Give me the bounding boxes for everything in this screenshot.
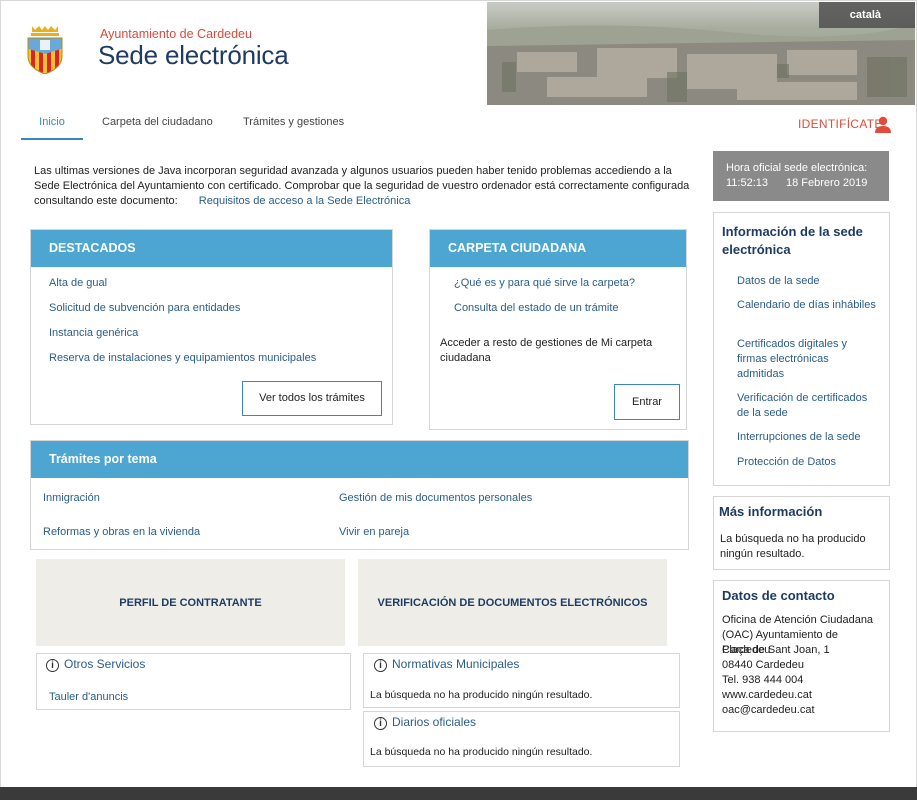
tab-inicio[interactable]: Inicio [21, 106, 83, 140]
normativas-empty-text: La búsqueda no ha producido ningún resul… [370, 689, 593, 701]
otros-servicios-panel: i Otros Servicios Tauler d'anuncis [36, 653, 351, 710]
sede-info-link[interactable]: Protección de Datos [737, 455, 877, 470]
tema-link[interactable]: Reformas y obras en la vivienda [43, 526, 200, 538]
carpeta-text: Acceder a resto de gestiones de Mi carpe… [440, 337, 653, 364]
login-link[interactable]: IDENTIFÍCATE [798, 117, 883, 131]
destacados-link[interactable]: Alta de gual [49, 277, 107, 289]
tramites-tema-title: Trámites por tema [31, 441, 688, 478]
sede-info-box: Información de la sede electrónica Datos… [713, 212, 890, 486]
org-name: Ayuntamiento de Cardedeu [100, 27, 252, 41]
diarios-title[interactable]: Diarios oficiales [392, 715, 476, 729]
diarios-panel: i Diarios oficiales La búsqueda no ha pr… [363, 711, 680, 767]
language-switch-button[interactable]: català [819, 2, 915, 28]
more-info-box: Más información La búsqueda no ha produc… [713, 496, 890, 570]
tema-link[interactable]: Gestión de mis documentos personales [339, 492, 532, 504]
destacados-title: DESTACADOS [31, 230, 392, 267]
sede-info-link[interactable]: Datos de la sede [737, 274, 877, 289]
contact-box: Datos de contacto Oficina de Atención Ci… [713, 580, 890, 732]
tab-carpeta-ciudadano[interactable]: Carpeta del ciudadano [102, 106, 213, 140]
contact-street: Plaça de Sant Joan, 1 [722, 644, 830, 656]
tema-link[interactable]: Inmigración [43, 492, 100, 504]
site-title[interactable]: Sede electrónica [98, 40, 289, 71]
carpeta-ciudadana-title: CARPETA CIUDADANA [430, 230, 686, 267]
destacados-link[interactable]: Instancia genérica [49, 327, 138, 339]
java-notice: Las ultimas versiones de Java incorporan… [34, 164, 694, 210]
official-time-box: Hora oficial sede electrónica: 11:52:13 1… [713, 151, 889, 201]
official-date-value: 18 Febrero 2019 [786, 177, 868, 189]
carpeta-ciudadana-panel: CARPETA CIUDADANA ¿Qué es y para qué sir… [429, 229, 687, 430]
contact-title: Datos de contacto [722, 588, 835, 603]
tema-link[interactable]: Vivir en pareja [339, 526, 409, 538]
otros-servicios-title[interactable]: Otros Servicios [64, 657, 145, 671]
perfil-contratante-card[interactable]: PERFIL DE CONTRATANTE [36, 559, 345, 646]
more-info-text: La búsqueda no ha producido ningún resul… [720, 533, 866, 560]
sede-info-title: Información de la sede electrónica [722, 224, 863, 257]
carpeta-link[interactable]: ¿Qué es y para qué sirve la carpeta? [454, 277, 635, 289]
footer-bar [0, 787, 917, 800]
carpeta-link[interactable]: Consulta del estado de un trámite [454, 302, 619, 314]
verificacion-documentos-card[interactable]: VERIFICACIÓN DE DOCUMENTOS ELECTRÓNICOS [358, 559, 667, 646]
info-icon: i [374, 659, 387, 672]
diarios-empty-text: La búsqueda no ha producido ningún resul… [370, 746, 593, 758]
info-icon: i [374, 717, 387, 730]
destacados-link[interactable]: Reserva de instalaciones y equipamientos… [49, 352, 316, 364]
normativas-panel: i Normativas Municipales La búsqueda no … [363, 653, 680, 708]
sede-info-link[interactable]: Interrupciones de la sede [737, 430, 877, 445]
contact-email[interactable]: oac@cardedeu.cat [722, 703, 887, 718]
user-icon[interactable] [874, 116, 892, 134]
tauler-anuncis-link[interactable]: Tauler d'anuncis [49, 691, 128, 703]
tab-tramites-gestiones[interactable]: Trámites y gestiones [243, 106, 344, 140]
destacados-panel: DESTACADOS Alta de gual Solicitud de sub… [30, 229, 393, 425]
enter-button[interactable]: Entrar [614, 384, 680, 420]
contact-website[interactable]: www.cardedeu.cat [722, 688, 887, 703]
sede-info-link[interactable]: Verificación de certificados de la sede [737, 391, 877, 421]
sede-info-link[interactable]: Calendario de días inhábiles [737, 298, 877, 313]
info-icon: i [46, 659, 59, 672]
access-requirements-link[interactable]: Requisitos de acceso a la Sede Electróni… [181, 195, 411, 207]
sede-info-link[interactable]: Certificados digitales y firmas electrón… [737, 337, 877, 382]
more-info-title: Más información [719, 504, 823, 519]
view-all-procedures-button[interactable]: Ver todos los trámites [242, 381, 382, 416]
coat-of-arms-logo[interactable] [26, 26, 64, 75]
normativas-title[interactable]: Normativas Municipales [392, 657, 519, 671]
contact-phone: Tel. 938 444 004 [722, 674, 804, 686]
tramites-tema-panel: Trámites por tema Inmigración Gestión de… [30, 440, 689, 550]
official-time-label: Hora oficial sede electrónica: [726, 162, 868, 174]
official-time-value: 11:52:13 [726, 177, 769, 189]
destacados-link[interactable]: Solicitud de subvención para entidades [49, 302, 240, 314]
contact-postcode: 08440 Cardedeu [722, 659, 804, 671]
